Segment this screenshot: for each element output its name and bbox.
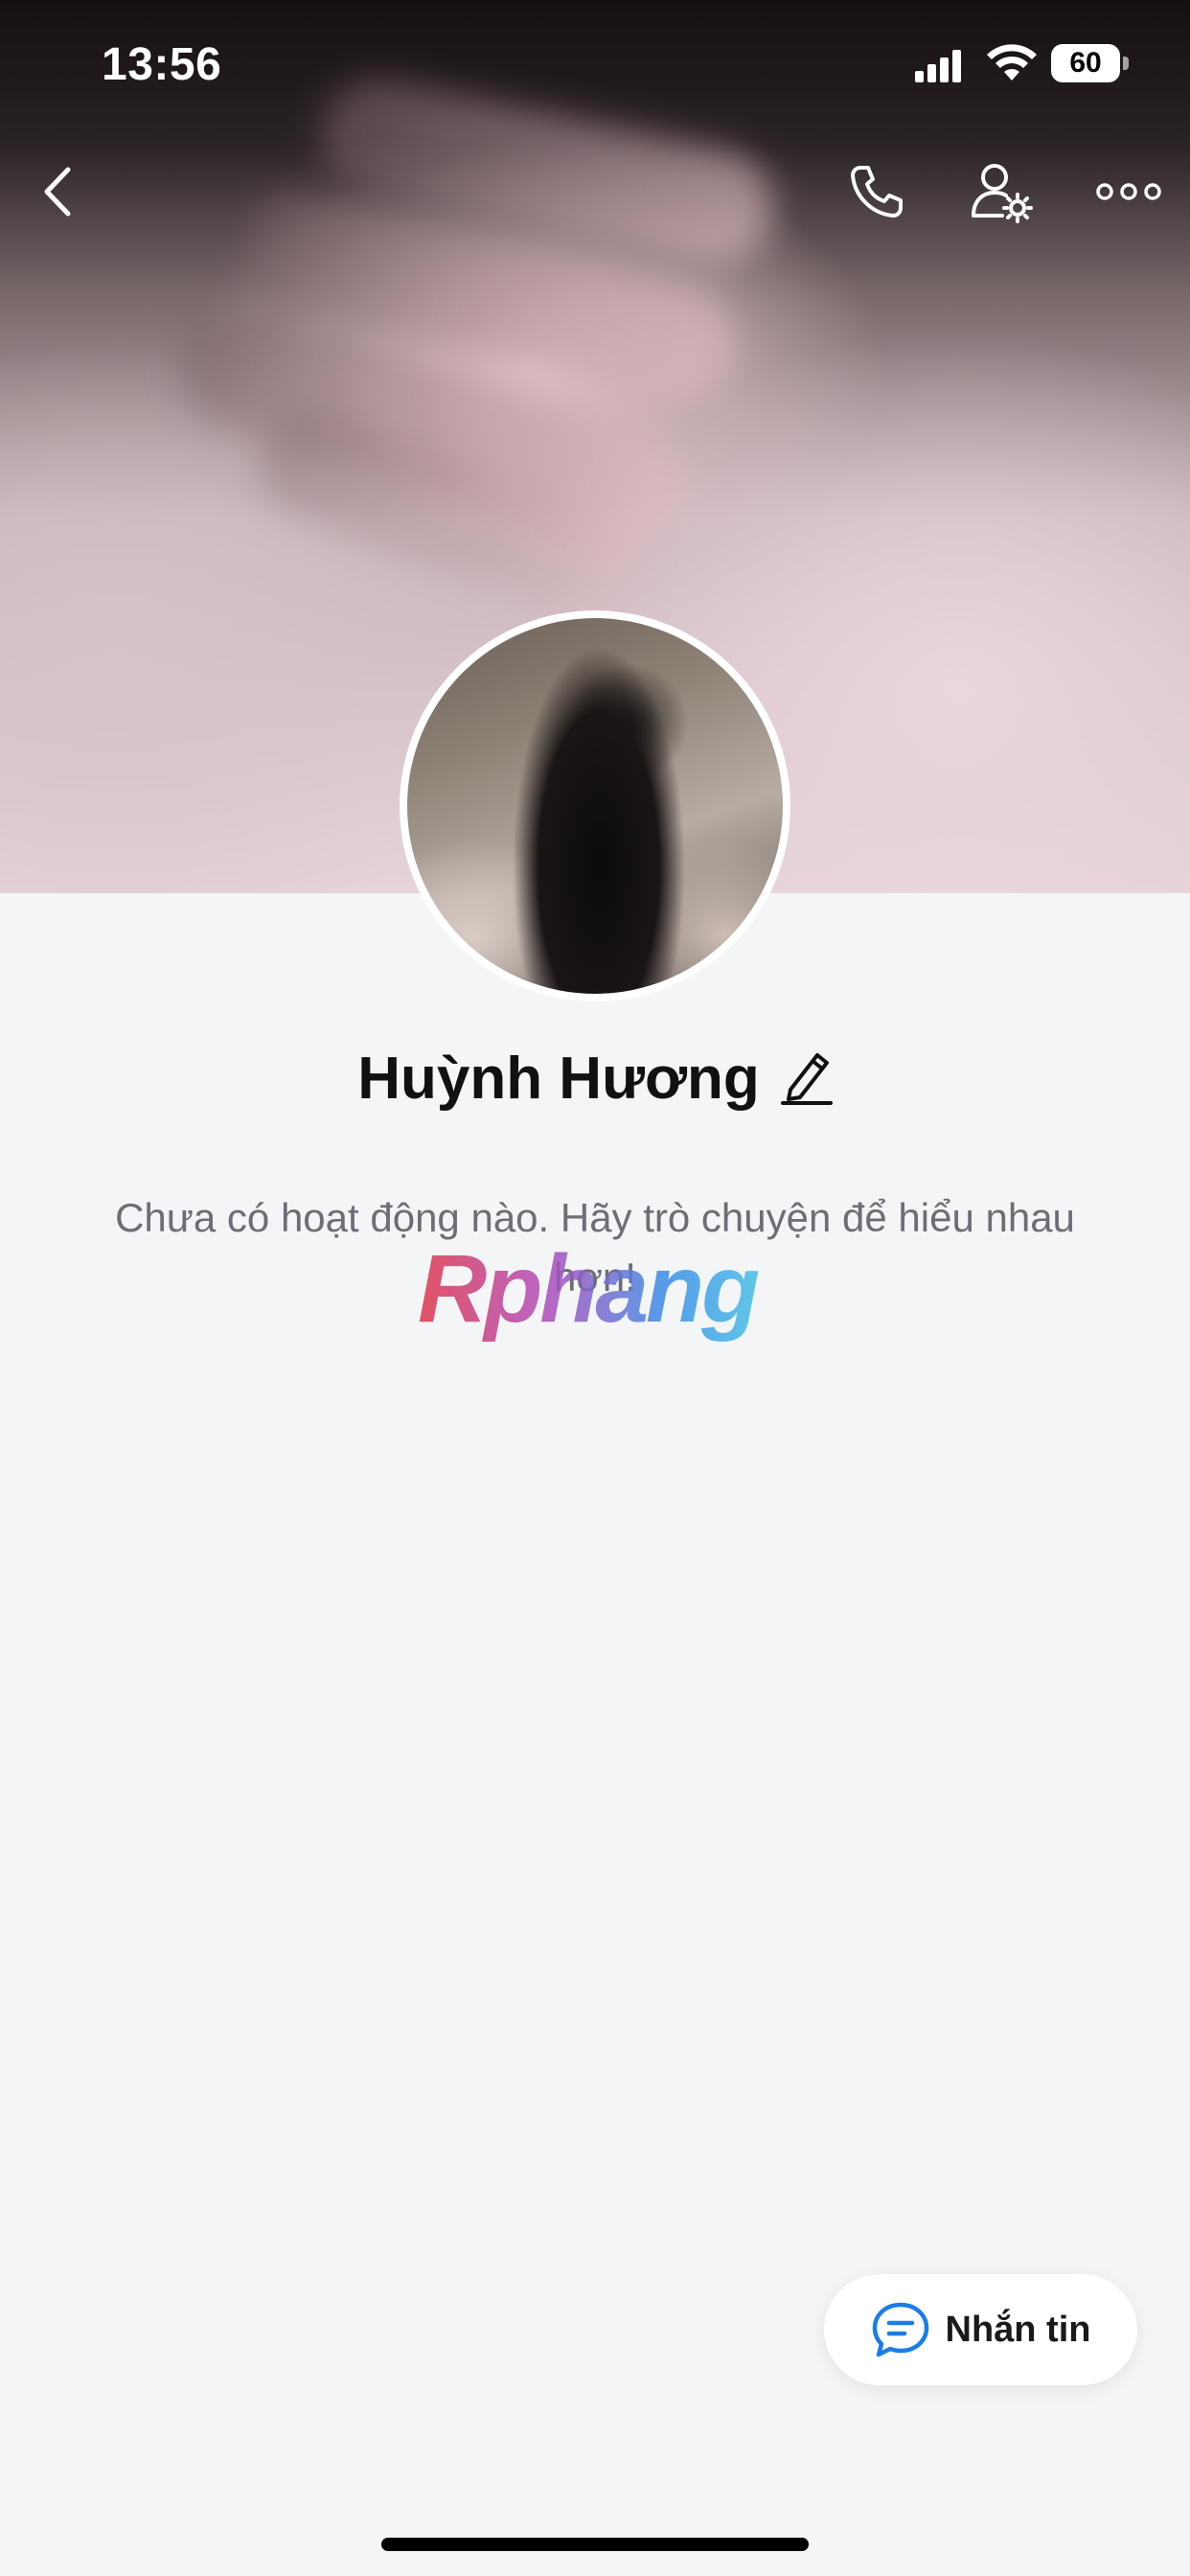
back-button[interactable] — [29, 153, 86, 230]
status-bar: 13:56 60 — [0, 0, 1190, 134]
send-message-label: Nhắn tin — [945, 2309, 1091, 2350]
cellular-signal-icon — [915, 50, 961, 82]
status-time: 13:56 — [102, 39, 222, 90]
battery-level: 60 — [1051, 44, 1120, 82]
wifi-icon — [987, 44, 1037, 80]
phone-icon — [851, 166, 903, 218]
battery-icon: 60 — [1051, 44, 1130, 82]
send-message-button[interactable]: Nhắn tin — [824, 2274, 1137, 2385]
more-icon — [1096, 183, 1161, 200]
more-options-button[interactable] — [1090, 153, 1167, 230]
home-indicator[interactable] — [381, 2538, 809, 2551]
avatar-photo — [407, 618, 783, 994]
user-settings-icon — [972, 164, 1033, 223]
edit-name-button[interactable] — [780, 1047, 833, 1110]
chevron-left-icon — [44, 167, 71, 217]
watermark-logo: Rphang — [418, 1236, 772, 1342]
call-button[interactable] — [838, 153, 915, 230]
profile-settings-button[interactable] — [963, 153, 1040, 230]
profile-name: Huỳnh Hương — [357, 1046, 760, 1112]
top-nav — [0, 153, 1190, 230]
pencil-icon — [780, 1053, 833, 1105]
chat-icon — [872, 2302, 928, 2358]
avatar[interactable] — [400, 610, 790, 1001]
profile-name-row: Huỳnh Hương — [0, 1045, 1190, 1113]
